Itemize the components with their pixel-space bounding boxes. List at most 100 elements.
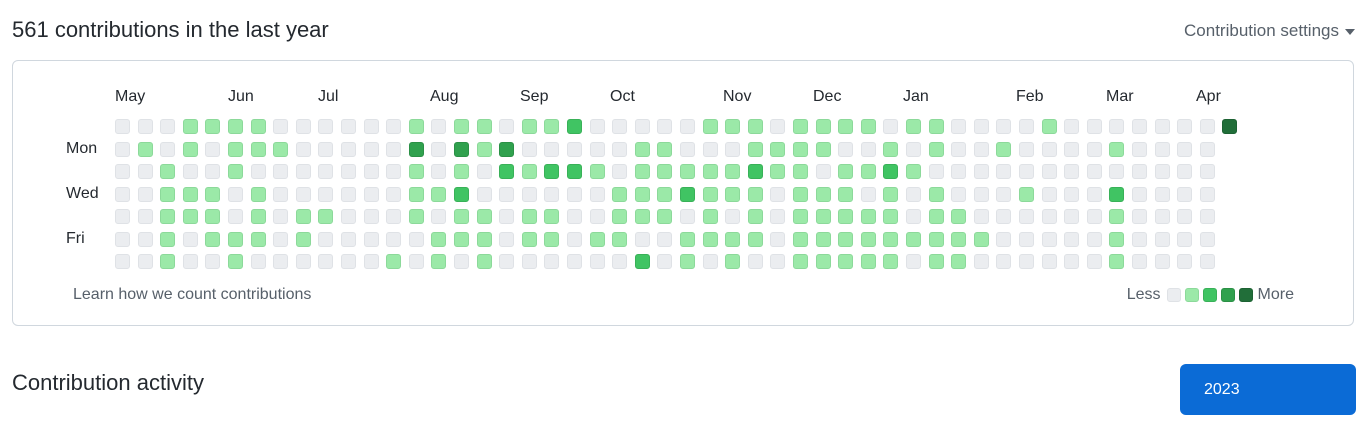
contribution-day-cell[interactable] [1109, 187, 1124, 202]
contribution-day-cell[interactable] [499, 164, 514, 179]
contribution-day-cell[interactable] [612, 164, 627, 179]
contribution-day-cell[interactable] [748, 187, 763, 202]
contribution-day-cell[interactable] [635, 187, 650, 202]
contribution-day-cell[interactable] [364, 142, 379, 157]
contribution-day-cell[interactable] [318, 232, 333, 247]
contribution-day-cell[interactable] [680, 209, 695, 224]
contribution-day-cell[interactable] [1064, 209, 1079, 224]
contribution-day-cell[interactable] [838, 232, 853, 247]
contribution-day-cell[interactable] [906, 119, 921, 134]
contribution-day-cell[interactable] [770, 232, 785, 247]
contribution-day-cell[interactable] [273, 187, 288, 202]
contribution-day-cell[interactable] [793, 164, 808, 179]
contribution-day-cell[interactable] [522, 232, 537, 247]
contribution-day-cell[interactable] [1042, 164, 1057, 179]
contribution-day-cell[interactable] [160, 209, 175, 224]
contribution-day-cell[interactable] [522, 254, 537, 269]
contribution-day-cell[interactable] [635, 254, 650, 269]
contribution-day-cell[interactable] [1042, 187, 1057, 202]
contribution-day-cell[interactable] [929, 254, 944, 269]
contribution-day-cell[interactable] [1200, 142, 1215, 157]
contribution-day-cell[interactable] [1042, 142, 1057, 157]
year-2023-button[interactable]: 2023 [1180, 364, 1356, 415]
contribution-day-cell[interactable] [522, 164, 537, 179]
contribution-day-cell[interactable] [635, 142, 650, 157]
contribution-day-cell[interactable] [1042, 254, 1057, 269]
contribution-day-cell[interactable] [1155, 209, 1170, 224]
contribution-day-cell[interactable] [1200, 232, 1215, 247]
contribution-day-cell[interactable] [1132, 232, 1147, 247]
contribution-day-cell[interactable] [703, 232, 718, 247]
contribution-day-cell[interactable] [793, 232, 808, 247]
contribution-day-cell[interactable] [793, 142, 808, 157]
contribution-day-cell[interactable] [1222, 119, 1237, 134]
contribution-day-cell[interactable] [929, 232, 944, 247]
contribution-day-cell[interactable] [929, 209, 944, 224]
contribution-day-cell[interactable] [205, 142, 220, 157]
contribution-day-cell[interactable] [1132, 209, 1147, 224]
contribution-day-cell[interactable] [386, 187, 401, 202]
contribution-day-cell[interactable] [1087, 187, 1102, 202]
contribution-day-cell[interactable] [1200, 164, 1215, 179]
contribution-day-cell[interactable] [386, 232, 401, 247]
contribution-day-cell[interactable] [883, 187, 898, 202]
contribution-day-cell[interactable] [680, 254, 695, 269]
contribution-day-cell[interactable] [544, 164, 559, 179]
contribution-day-cell[interactable] [318, 142, 333, 157]
contribution-day-cell[interactable] [816, 232, 831, 247]
contribution-day-cell[interactable] [296, 209, 311, 224]
contribution-day-cell[interactable] [1109, 209, 1124, 224]
contribution-day-cell[interactable] [183, 119, 198, 134]
contribution-day-cell[interactable] [996, 164, 1011, 179]
contribution-day-cell[interactable] [431, 254, 446, 269]
contribution-day-cell[interactable] [409, 254, 424, 269]
contribution-day-cell[interactable] [1042, 232, 1057, 247]
contribution-day-cell[interactable] [567, 254, 582, 269]
contribution-day-cell[interactable] [883, 142, 898, 157]
contribution-day-cell[interactable] [951, 209, 966, 224]
contribution-day-cell[interactable] [454, 164, 469, 179]
contribution-day-cell[interactable] [499, 142, 514, 157]
contribution-day-cell[interactable] [138, 142, 153, 157]
contribution-day-cell[interactable] [296, 119, 311, 134]
contribution-day-cell[interactable] [386, 142, 401, 157]
contribution-day-cell[interactable] [251, 164, 266, 179]
contribution-day-cell[interactable] [1132, 119, 1147, 134]
contribution-day-cell[interactable] [680, 187, 695, 202]
contribution-day-cell[interactable] [228, 209, 243, 224]
contribution-day-cell[interactable] [996, 119, 1011, 134]
contribution-day-cell[interactable] [273, 119, 288, 134]
contribution-day-cell[interactable] [635, 232, 650, 247]
contribution-day-cell[interactable] [974, 142, 989, 157]
contribution-day-cell[interactable] [1042, 119, 1057, 134]
contribution-day-cell[interactable] [341, 209, 356, 224]
contribution-day-cell[interactable] [183, 164, 198, 179]
contribution-day-cell[interactable] [318, 164, 333, 179]
contribution-day-cell[interactable] [522, 119, 537, 134]
contribution-day-cell[interactable] [228, 254, 243, 269]
contribution-day-cell[interactable] [770, 254, 785, 269]
contribution-day-cell[interactable] [816, 187, 831, 202]
contribution-day-cell[interactable] [838, 119, 853, 134]
contribution-day-cell[interactable] [251, 232, 266, 247]
contribution-day-cell[interactable] [544, 187, 559, 202]
contribution-day-cell[interactable] [725, 119, 740, 134]
contribution-day-cell[interactable] [906, 254, 921, 269]
contribution-day-cell[interactable] [838, 142, 853, 157]
contribution-day-cell[interactable] [228, 164, 243, 179]
contribution-day-cell[interactable] [544, 142, 559, 157]
contribution-day-cell[interactable] [612, 209, 627, 224]
contribution-day-cell[interactable] [1087, 232, 1102, 247]
contribution-day-cell[interactable] [612, 119, 627, 134]
contribution-day-cell[interactable] [996, 187, 1011, 202]
contribution-day-cell[interactable] [929, 119, 944, 134]
contribution-day-cell[interactable] [1109, 119, 1124, 134]
contribution-day-cell[interactable] [703, 187, 718, 202]
contribution-day-cell[interactable] [318, 119, 333, 134]
contribution-day-cell[interactable] [725, 142, 740, 157]
contribution-day-cell[interactable] [296, 254, 311, 269]
contribution-day-cell[interactable] [974, 232, 989, 247]
contribution-day-cell[interactable] [273, 164, 288, 179]
contribution-day-cell[interactable] [1064, 187, 1079, 202]
contribution-day-cell[interactable] [1019, 254, 1034, 269]
